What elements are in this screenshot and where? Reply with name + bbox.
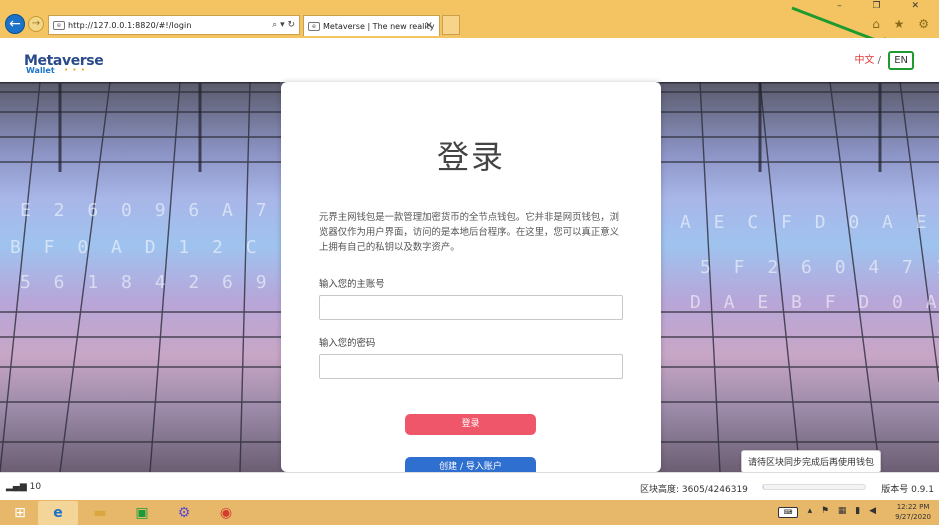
chrome-icon[interactable]: ◉	[206, 501, 246, 525]
store-icon[interactable]: ▣	[122, 501, 162, 525]
address-url[interactable]: http://127.0.0.1:8820/#!/login	[68, 21, 192, 30]
forward-button[interactable]: →	[28, 16, 44, 32]
hex-digits-decoration: D A E B F D 0 A	[690, 292, 939, 313]
peers-count: 10	[29, 482, 42, 492]
status-bar: ▂▄▆ 10 区块高度: 3605/4246319 版本号 0.9.1	[0, 472, 939, 500]
tab-favicon-icon: e	[308, 22, 320, 31]
tab-close-icon[interactable]: ×	[425, 20, 433, 31]
browser-chrome: ← → e http://127.0.0.1:8820/#!/login ⌕ ▾…	[0, 0, 939, 50]
back-button[interactable]: ←	[5, 14, 25, 34]
clock-date: 9/27/2020	[895, 513, 931, 521]
lang-zh-link[interactable]: 中文	[854, 55, 874, 66]
logo-subtext: Wallet	[26, 66, 55, 75]
system-clock[interactable]: 12:22 PM 9/27/2020	[895, 502, 931, 522]
address-bar[interactable]: e http://127.0.0.1:8820/#!/login ⌕ ▾ ↻	[48, 15, 300, 35]
language-switcher: 中文 / EN	[854, 51, 914, 70]
account-label: 输入您的主账号	[319, 279, 385, 290]
sync-progress-bar	[762, 484, 866, 490]
tab-title: Metaverse | The new reality	[323, 22, 435, 31]
hex-digits-decoration: B F 0 A D 1 2 C	[10, 237, 263, 258]
login-card: 登录 元界主网钱包是一款管理加密货币的全节点钱包。它并非是网页钱包，浏览器仅作为…	[281, 82, 661, 478]
settings-icon[interactable]: ⚙	[164, 501, 204, 525]
lang-en-link[interactable]: EN	[888, 51, 914, 70]
login-button[interactable]: 登录	[405, 414, 536, 435]
block-height: 区块高度: 3605/4246319	[640, 485, 748, 495]
login-title: 登录	[436, 138, 505, 176]
sync-tooltip: 请待区块同步完成后再使用钱包	[741, 450, 882, 478]
lang-separator: /	[877, 55, 881, 66]
logo-dots-icon: • • •	[64, 66, 86, 74]
peers-indicator: ▂▄▆ 10	[6, 482, 41, 492]
windows-taskbar: ⊞ e ▬ ▣ ⚙ ◉ ⌨ ▴ ⚑ ▦ ▮ ◀ 12:22 PM 9/27/20…	[0, 500, 939, 525]
page-header: Metaverse Wallet • • • 中文 / EN	[0, 38, 939, 82]
browser-tab[interactable]: e Metaverse | The new reality ×	[303, 15, 440, 36]
page-icon: e	[53, 21, 65, 30]
hex-digits-decoration: 5 F 2 6 0 4 7 1 5 9	[700, 257, 939, 278]
account-input[interactable]	[319, 295, 623, 320]
password-label: 输入您的密码	[319, 338, 376, 349]
metaverse-logo[interactable]: Metaverse Wallet • • •	[24, 50, 114, 80]
hex-digits-decoration: A E C F D 0 A E	[680, 212, 933, 233]
new-tab-button[interactable]	[442, 15, 460, 35]
address-tools-icons[interactable]: ⌕ ▾ ↻	[272, 20, 295, 30]
signal-bars-icon: ▂▄▆	[6, 482, 27, 492]
password-input[interactable]	[319, 354, 623, 379]
version-label: 版本号 0.9.1	[881, 485, 934, 495]
clock-time: 12:22 PM	[896, 503, 930, 511]
explorer-icon[interactable]: ▬	[80, 501, 120, 525]
start-icon[interactable]: ⊞	[0, 501, 40, 525]
ie-icon[interactable]: e	[38, 501, 78, 525]
wallet-description: 元界主网钱包是一款管理加密货币的全节点钱包。它并非是网页钱包，浏览器仅作为用户界…	[319, 212, 620, 253]
sync-progress-fill	[763, 485, 765, 489]
system-tray-icons[interactable]: ▴ ⚑ ▦ ▮ ◀	[808, 506, 879, 516]
keyboard-icon[interactable]: ⌨	[778, 507, 798, 518]
